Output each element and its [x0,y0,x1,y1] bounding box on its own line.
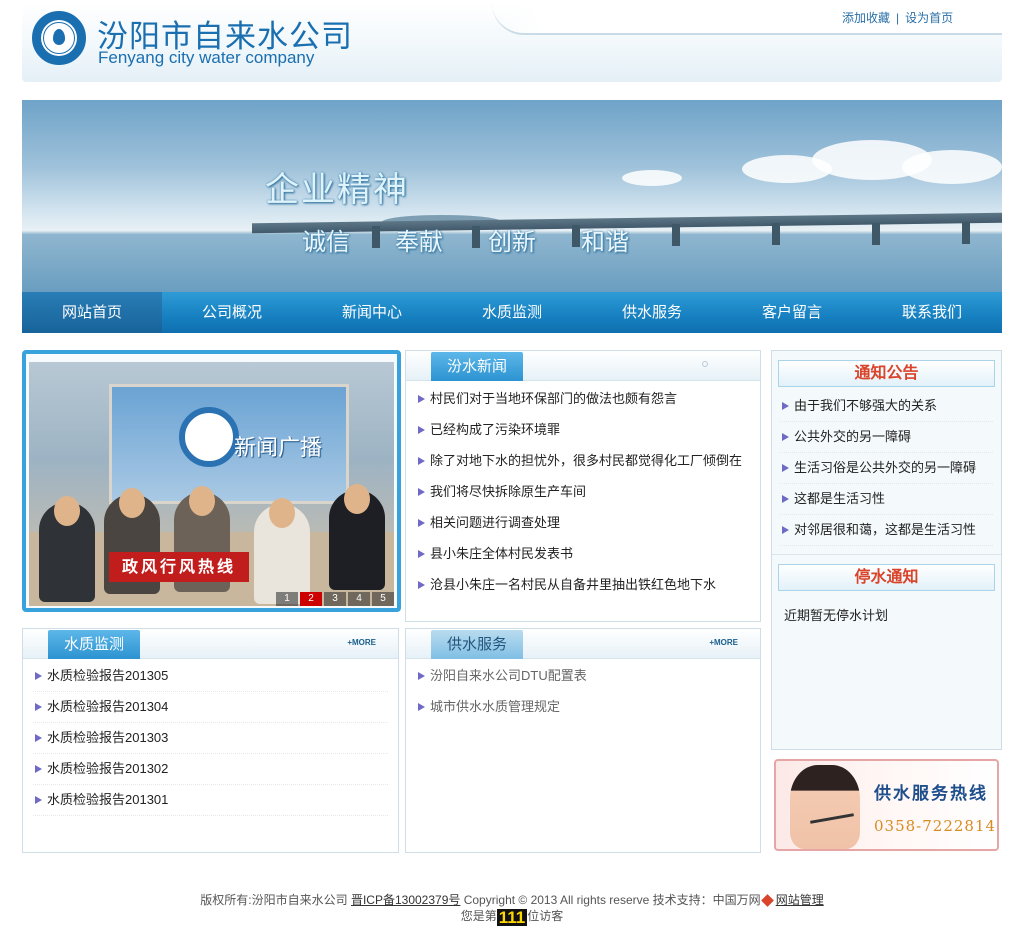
service-hotline-banner[interactable]: 供水服务热线 0358-7222814 [774,759,999,851]
notice-item[interactable]: 这都是生活习性 [780,484,993,515]
water-quality-header: 水质监测 +MORE [23,629,398,659]
nav-item-water-quality[interactable]: 水质监测 [442,292,582,333]
notice-item[interactable]: 公共外交的另一障碍 [780,422,993,453]
visitor-counter: 111 [496,908,528,927]
news-item[interactable]: 县小朱庄全体村民发表书 [416,539,750,570]
stop-water-text: 近期暂无停水计划 [784,608,889,623]
visitor-prefix: 您是第 [460,909,497,923]
top-links: 添加收藏 | 设为首页 [842,11,954,25]
news-item[interactable]: 我们将尽快拆除原生产车间 [416,477,750,508]
report-item[interactable]: 水质检验报告201304 [33,692,388,723]
brand-name-en: Fenyang city water company [98,48,315,67]
news-item[interactable]: 相关问题进行调查处理 [416,508,750,539]
pager-button[interactable]: 5 [372,592,394,606]
supply-item[interactable]: 汾阳自来水公司DTU配置表 [416,661,750,692]
supply-service-title: 供水服务 [431,630,523,659]
hotline-phone: 0358-7222814 [874,817,997,835]
operator-headset-icon [790,765,860,849]
nav-item-home[interactable]: 网站首页 [22,292,162,333]
pager-button[interactable]: 4 [348,592,370,606]
nav-item-about[interactable]: 公司概况 [162,292,302,333]
main-nav: 网站首页 公司概况 新闻中心 水质监测 供水服务 客户留言 联系我们 [22,292,1002,333]
site-header: 汾阳市自来水公司 Fenyang city water company 添加收藏… [22,3,1002,82]
nav-item-guestbook[interactable]: 客户留言 [722,292,862,333]
wanwang-icon [760,894,774,907]
report-item[interactable]: 水质检验报告201305 [33,661,388,692]
supply-service-panel: 供水服务 +MORE 汾阳自来水公司DTU配置表 城市供水水质管理规定 [405,628,761,853]
news-panel-header: 汾水新闻 [406,351,760,381]
water-quality-panel: 水质监测 +MORE 水质检验报告201305 水质检验报告201304 水质检… [22,628,399,853]
banner-image: 企业精神 诚信 奉献 创新 和谐 [22,100,1002,292]
news-item[interactable]: 村民们对于当地环保部门的做法也颇有怨言 [416,384,750,415]
icp-link[interactable]: 晋ICP备13002379号 [351,893,460,907]
notice-title: 通知公告 [778,360,995,387]
notice-item[interactable]: 生活习俗是公共外交的另一障碍 [780,453,993,484]
water-quality-more-link[interactable]: +MORE [347,638,376,647]
hotline-title: 供水服务热线 [874,784,988,804]
add-favorite-link[interactable]: 添加收藏 [842,11,890,25]
admin-link[interactable]: 网站管理 [776,893,824,907]
screen-text: 新闻广播 [234,436,323,461]
news-item[interactable]: 除了对地下水的担忧外，很多村民都觉得化工厂倾倒在 [416,446,750,477]
stop-water-title: 停水通知 [778,564,995,591]
value-word: 创新 [488,228,536,256]
notice-panel: 通知公告 由于我们不够强大的关系 公共外交的另一障碍 生活习俗是公共外交的另一障… [771,350,1002,750]
pager-button[interactable]: 3 [324,592,346,606]
tech-support: 技术支持：中国万网 [652,893,761,907]
news-slideshow[interactable]: 新闻广播 政风行风热线 1 2 3 4 5 [22,350,401,612]
value-word: 和谐 [581,228,629,256]
supply-service-more-link[interactable]: +MORE [709,638,738,647]
report-item[interactable]: 水质检验报告201303 [33,723,388,754]
report-item[interactable]: 水质检验报告201301 [33,785,388,816]
report-item[interactable]: 水质检验报告201302 [33,754,388,785]
supply-item[interactable]: 城市供水水质管理规定 [416,692,750,723]
set-homepage-link[interactable]: 设为首页 [905,11,953,25]
nav-item-news[interactable]: 新闻中心 [302,292,442,333]
banner-values: 诚信 奉献 创新 和谐 [302,222,674,257]
notice-item[interactable]: 由于我们不够强大的关系 [780,391,993,422]
broadcast-logo-icon [179,407,239,467]
footer-copyright: Copyright © 2013 All rights reserve [463,893,650,907]
news-panel: 汾水新闻 村民们对于当地环保部门的做法也颇有怨言 已经构成了污染环境罪 除了对地… [405,350,761,622]
pager-button[interactable]: 1 [276,592,298,606]
nav-item-supply-service[interactable]: 供水服务 [582,292,722,333]
photo-banner-text: 政风行风热线 [109,552,249,582]
pager-button-active[interactable]: 2 [300,592,322,606]
slideshow-pager: 1 2 3 4 5 [274,592,394,606]
value-word: 诚信 [302,228,350,256]
water-quality-title: 水质监测 [48,630,140,659]
footer-copyright-owner: 版权所有:汾阳市自来水公司 [200,893,348,907]
news-panel-title: 汾水新闻 [431,352,523,381]
supply-service-header: 供水服务 +MORE [406,629,760,659]
water-drop-logo-icon[interactable] [32,11,86,65]
notice-item[interactable]: 对邻居很和蔼，这都是生活习性 [780,515,993,546]
dot-icon [702,361,708,367]
value-word: 奉献 [395,228,443,256]
news-item[interactable]: 已经构成了污染环境罪 [416,415,750,446]
visitor-suffix: 位访客 [527,909,564,923]
site-footer: 版权所有:汾阳市自来水公司 晋ICP备13002379号 Copyright ©… [0,892,1024,926]
slideshow-photo[interactable]: 新闻广播 政风行风热线 1 2 3 4 5 [29,362,394,606]
nav-item-contact[interactable]: 联系我们 [862,292,1002,333]
news-item[interactable]: 沧县小朱庄一名村民从自备井里抽出铁红色地下水 [416,570,750,601]
banner-slogan: 企业精神 [265,170,409,210]
